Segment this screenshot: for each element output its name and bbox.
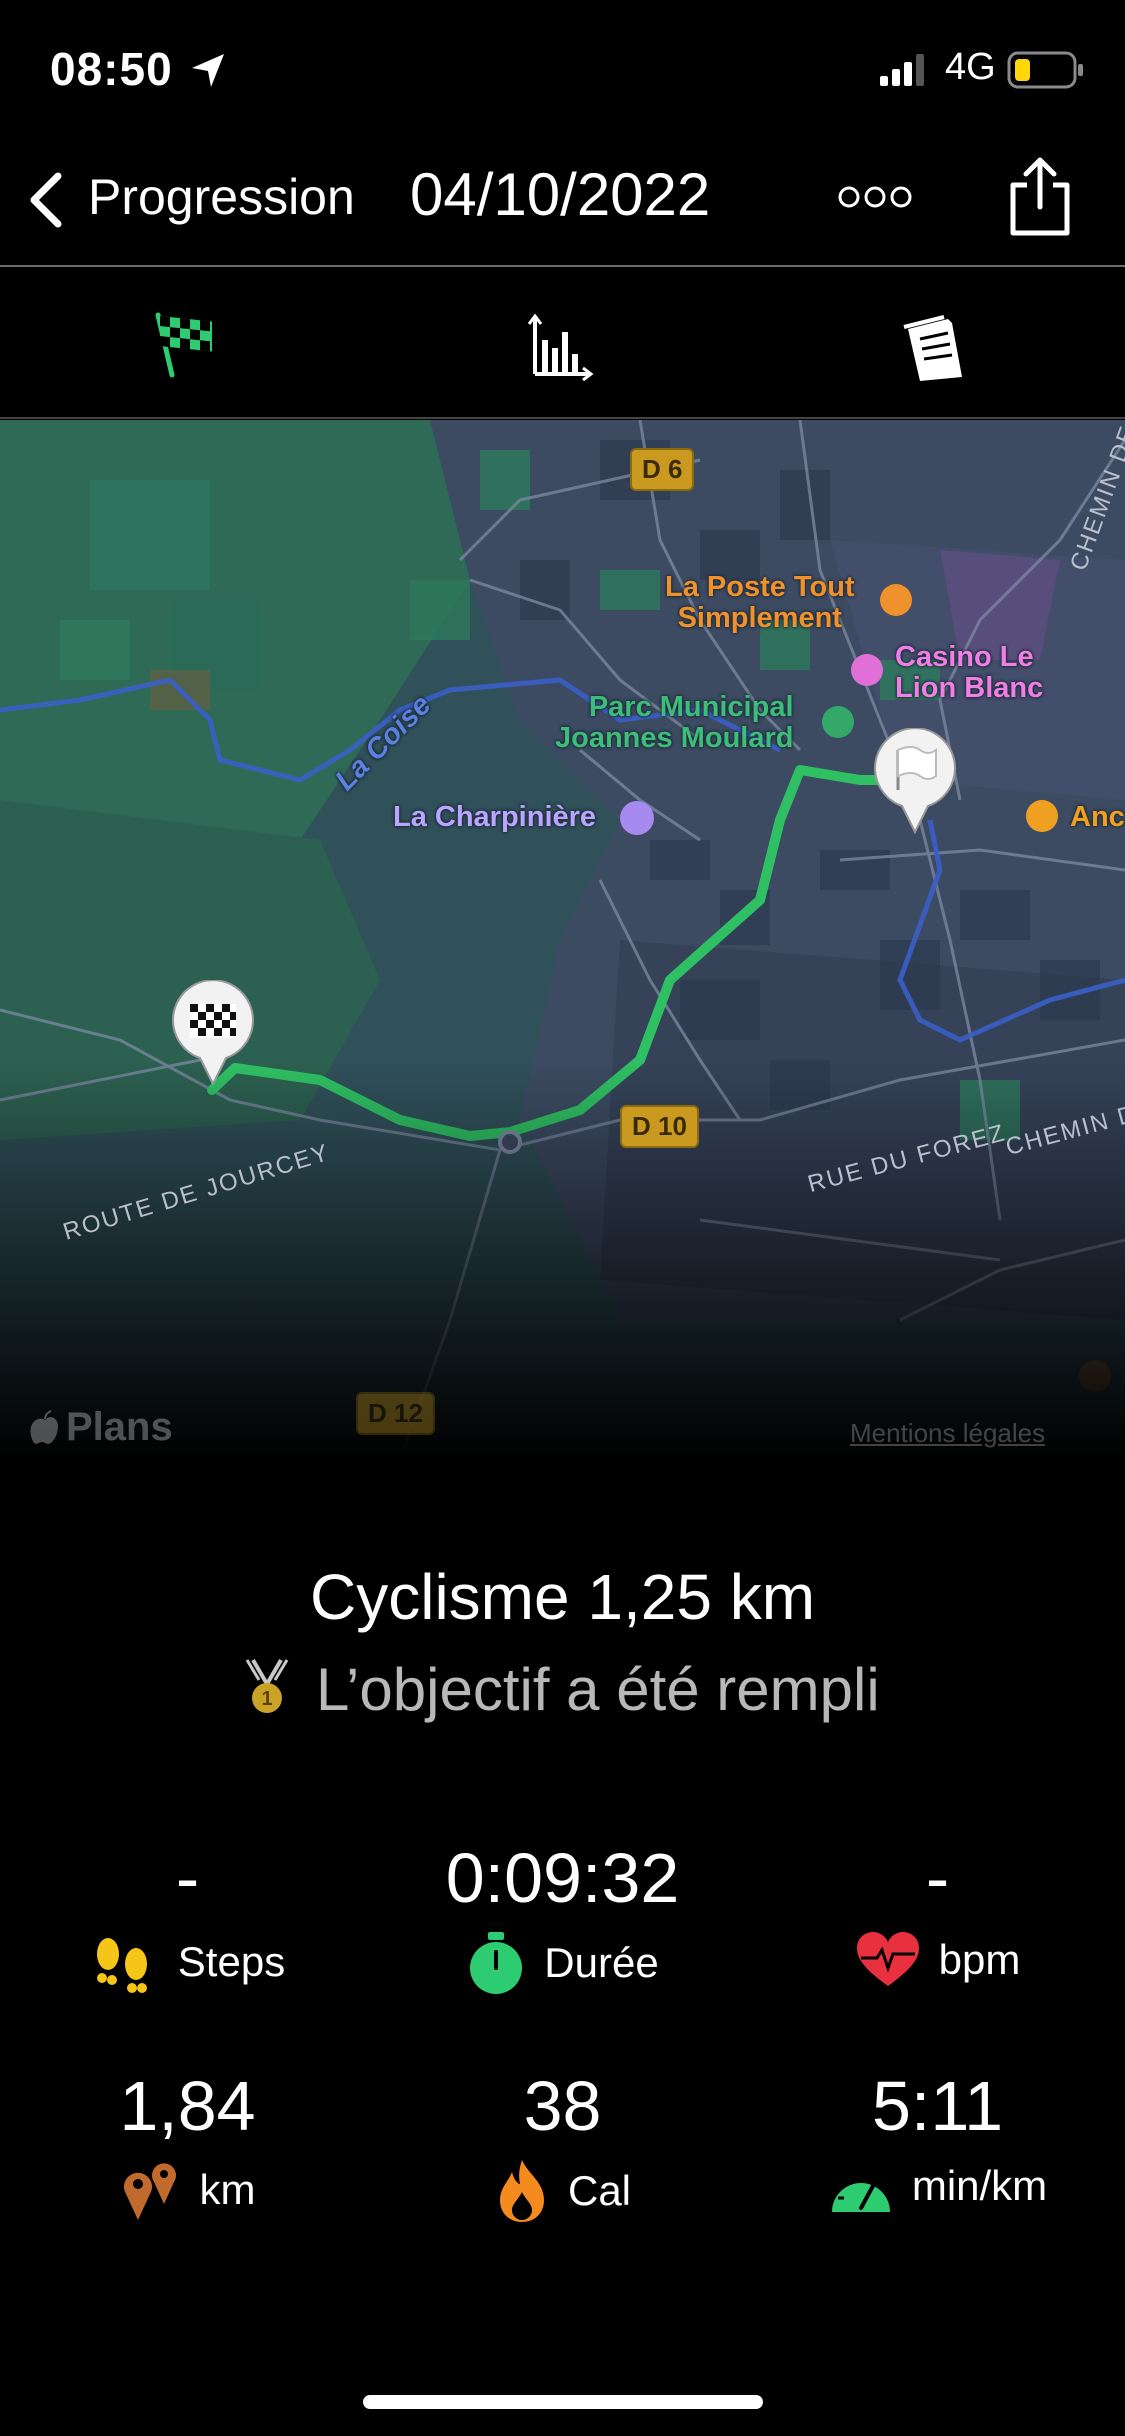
stat-label: min/km: [911, 2162, 1048, 2209]
stat-heart-rate: - bpm: [750, 1838, 1125, 1990]
maps-attribution: Plans: [30, 1405, 173, 1450]
goal-text: L’objectif a été rempli: [316, 1656, 880, 1723]
stat-duration: 0:09:32 Durée: [375, 1838, 750, 1996]
stat-calories: 38 Cal: [375, 2066, 750, 2224]
stopwatch-icon: [470, 1932, 523, 1994]
flame-icon: [499, 2160, 544, 2222]
road-badge-d6: D 6: [630, 448, 695, 491]
stat-steps: - Steps: [0, 1838, 375, 1994]
stat-value: 5:11: [871, 2067, 1004, 2145]
chevron-left-icon: [30, 172, 62, 228]
activity-title: Cyclisme 1,25 km: [310, 1561, 815, 1633]
ellipsis-icon[interactable]: [835, 182, 915, 212]
apple-logo-icon: [30, 1409, 58, 1444]
route-map[interactable]: La Poste Tout Simplement Casino Le Lion …: [0, 420, 1125, 1460]
home-indicator[interactable]: [363, 2395, 763, 2409]
maps-brand: Plans: [66, 1405, 173, 1449]
stat-label: bpm: [938, 1936, 1021, 1983]
tab-charts[interactable]: [375, 267, 750, 417]
svg-text:1: 1: [262, 1688, 273, 1710]
finish-flag-icon: [155, 312, 212, 378]
stat-value: 38: [523, 2067, 602, 2145]
poi-label-anc[interactable]: Anc: [1070, 802, 1125, 833]
goal-status: 1 L’objectif a été rempli: [0, 1655, 1125, 1724]
stat-pace: 5:11 min/km: [750, 2066, 1125, 2214]
page-title: 04/10/2022: [410, 161, 711, 228]
location-arrow-icon: [192, 54, 224, 87]
divider: [0, 417, 1125, 419]
network-type: 4G: [945, 46, 996, 88]
receipt-icon: [903, 315, 962, 381]
share-icon[interactable]: [1005, 155, 1075, 237]
road-badge-d12: D 12: [356, 1392, 435, 1435]
heart-icon: [856, 1932, 919, 1986]
start-pin-icon[interactable]: [168, 980, 258, 1090]
stat-value: 1,84: [119, 2067, 256, 2145]
stat-value: -: [175, 1839, 200, 1917]
back-label: Progression: [88, 169, 355, 225]
tab-route[interactable]: [0, 267, 375, 417]
stat-value: -: [925, 1839, 950, 1917]
stat-label: km: [199, 2166, 256, 2213]
stat-distance: 1,84 km: [0, 2066, 375, 2222]
status-time: 08:50: [50, 43, 173, 95]
stat-label: Durée: [544, 1939, 659, 1986]
poi-label-parc[interactable]: Parc Municipal Joannes Moulard: [555, 692, 794, 754]
cellular-signal-icon: [880, 54, 924, 86]
legal-link[interactable]: Mentions légales: [850, 1418, 1045, 1449]
road-badge-d10: D 10: [620, 1105, 699, 1148]
medal-icon: 1: [246, 1658, 289, 1713]
back-button[interactable]: Progression: [20, 165, 360, 235]
tab-details[interactable]: [750, 267, 1125, 417]
battery-icon: [1007, 51, 1083, 89]
end-pin-icon[interactable]: [870, 728, 960, 838]
map-pin-icon: [123, 2163, 176, 2220]
map-canvas[interactable]: [0, 420, 1125, 1460]
poi-label-charpiniere[interactable]: La Charpinière: [393, 802, 596, 833]
stat-value: 0:09:32: [445, 1839, 680, 1917]
stat-label: Steps: [177, 1938, 286, 1985]
poi-label-poste[interactable]: La Poste Tout Simplement: [665, 572, 855, 634]
footprints-icon: [96, 1938, 147, 1993]
speedometer-icon: [831, 2168, 890, 2212]
poi-label-casino[interactable]: Casino Le Lion Blanc: [895, 642, 1043, 704]
stat-label: Cal: [567, 2167, 632, 2214]
bar-chart-icon: [527, 313, 594, 382]
